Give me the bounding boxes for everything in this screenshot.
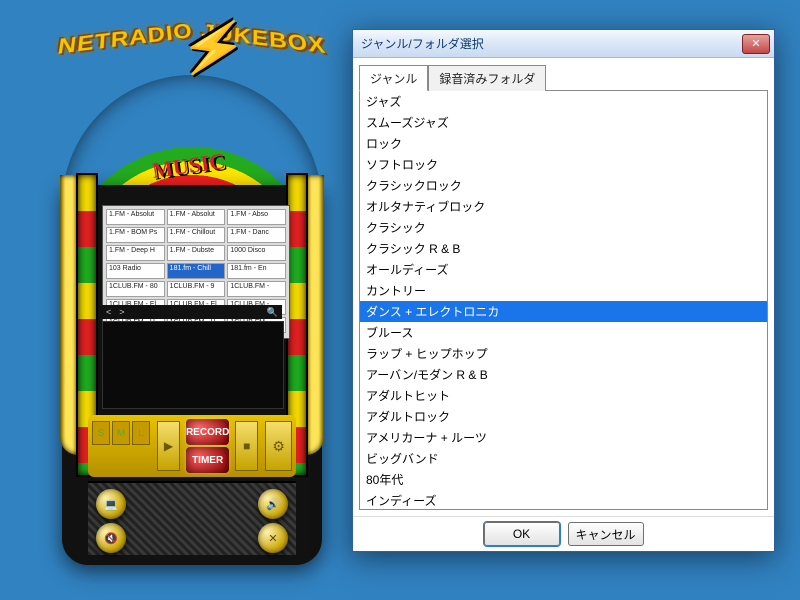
list-item[interactable]: ラップ + ヒップホップ bbox=[360, 343, 767, 364]
size-l-button[interactable]: L bbox=[132, 421, 150, 445]
station-cell[interactable]: 1.FM - Absolut bbox=[106, 209, 165, 225]
station-cell[interactable]: 1.FM - Danc bbox=[227, 227, 286, 243]
size-buttons: S M L bbox=[88, 415, 154, 477]
control-panel: S M L ▶ RECORD TIMER ■ ⚙ bbox=[88, 415, 296, 477]
list-item[interactable]: オールディーズ bbox=[360, 259, 767, 280]
station-cell[interactable]: 1.FM - BOM Ps bbox=[106, 227, 165, 243]
dialog-tabs: ジャンル 録音済みフォルダ bbox=[353, 58, 774, 90]
web-button[interactable]: 💻 bbox=[96, 489, 126, 519]
pipe-right bbox=[306, 175, 324, 455]
dialog-titlebar[interactable]: ジャンル/フォルダ選択 ✕ bbox=[353, 30, 774, 58]
logo-left: NETRADIO bbox=[56, 20, 195, 61]
station-cell[interactable]: 181.fm - Chill bbox=[167, 263, 226, 279]
station-cell[interactable]: 1.FM - Dubste bbox=[167, 245, 226, 261]
jukebox-player: NETRADIO JUKEBOX ⚡ 1.FM - Absolut1.FM - … bbox=[62, 25, 322, 565]
list-item[interactable]: アダルトロック bbox=[360, 406, 767, 427]
dialog-button-row: OK キャンセル bbox=[353, 516, 774, 551]
list-item[interactable]: アーバン/モダン R & B bbox=[360, 364, 767, 385]
station-cell[interactable]: 1CLUB.FM - 9 bbox=[167, 281, 226, 297]
list-item[interactable]: オルタナティブロック bbox=[360, 196, 767, 217]
station-cell[interactable]: 1.FM - Absolut bbox=[167, 209, 226, 225]
list-item[interactable]: ビッグバンド bbox=[360, 448, 767, 469]
station-cell[interactable]: 1CLUB.FM - bbox=[227, 281, 286, 297]
next-page-button[interactable]: > bbox=[115, 307, 128, 317]
station-cell[interactable]: 181.fm - En bbox=[227, 263, 286, 279]
list-item[interactable]: ソフトロック bbox=[360, 154, 767, 175]
prev-page-button[interactable]: < bbox=[102, 307, 115, 317]
close-icon[interactable]: ✕ bbox=[742, 34, 770, 54]
tab-recorded[interactable]: 録音済みフォルダ bbox=[428, 65, 546, 91]
list-item[interactable]: 80年代 bbox=[360, 469, 767, 490]
list-item[interactable]: ジャズ bbox=[360, 91, 767, 112]
list-item[interactable]: クラシックロック bbox=[360, 175, 767, 196]
list-item[interactable]: スムーズジャズ bbox=[360, 112, 767, 133]
volume-button[interactable]: 🔊 bbox=[258, 489, 288, 519]
now-playing-display bbox=[102, 321, 284, 409]
list-item[interactable]: インディーズ bbox=[360, 490, 767, 510]
size-s-button[interactable]: S bbox=[92, 421, 110, 445]
station-cell[interactable]: 1.FM - Chillout bbox=[167, 227, 226, 243]
list-item[interactable]: クラシック bbox=[360, 217, 767, 238]
station-navbar: < > 🔍 bbox=[102, 305, 282, 319]
tab-genre[interactable]: ジャンル bbox=[359, 65, 428, 91]
ok-button[interactable]: OK bbox=[484, 522, 560, 546]
list-item[interactable]: ロック bbox=[360, 133, 767, 154]
list-item[interactable]: クラシック R & B bbox=[360, 238, 767, 259]
size-m-button[interactable]: M bbox=[112, 421, 130, 445]
station-cell[interactable]: 103 Radio bbox=[106, 263, 165, 279]
settings-button[interactable]: ⚙ bbox=[265, 421, 292, 471]
record-button[interactable]: RECORD bbox=[186, 419, 229, 445]
search-icon[interactable]: 🔍 bbox=[263, 307, 282, 318]
list-item[interactable]: アメリカーナ + ルーツ bbox=[360, 427, 767, 448]
timer-button[interactable]: TIMER bbox=[186, 447, 229, 473]
station-cell[interactable]: 1.FM - Deep H bbox=[106, 245, 165, 261]
station-cell[interactable]: 1000 Disco bbox=[227, 245, 286, 261]
mute-button[interactable]: 🔇 bbox=[96, 523, 126, 553]
list-item[interactable]: カントリー bbox=[360, 280, 767, 301]
station-cell[interactable]: 1.FM - Abso bbox=[227, 209, 286, 225]
genre-folder-dialog: ジャンル/フォルダ選択 ✕ ジャンル 録音済みフォルダ ジャズスムーズジャズロッ… bbox=[352, 29, 775, 552]
list-item[interactable]: ダンス + エレクトロニカ bbox=[360, 301, 767, 322]
exit-button[interactable]: ✕ bbox=[258, 523, 288, 553]
dialog-title: ジャンル/フォルダ選択 bbox=[361, 35, 742, 52]
station-cell[interactable]: 1CLUB.FM - 80 bbox=[106, 281, 165, 297]
list-item[interactable]: アダルトヒット bbox=[360, 385, 767, 406]
genre-listbox[interactable]: ジャズスムーズジャズロックソフトロッククラシックロックオルタナティブロッククラシ… bbox=[359, 90, 768, 510]
lightning-bolt-icon: ⚡ bbox=[176, 13, 251, 85]
stop-button[interactable]: ■ bbox=[235, 421, 258, 471]
cancel-button[interactable]: キャンセル bbox=[568, 522, 644, 546]
play-button[interactable]: ▶ bbox=[157, 421, 180, 471]
list-item[interactable]: ブルース bbox=[360, 322, 767, 343]
